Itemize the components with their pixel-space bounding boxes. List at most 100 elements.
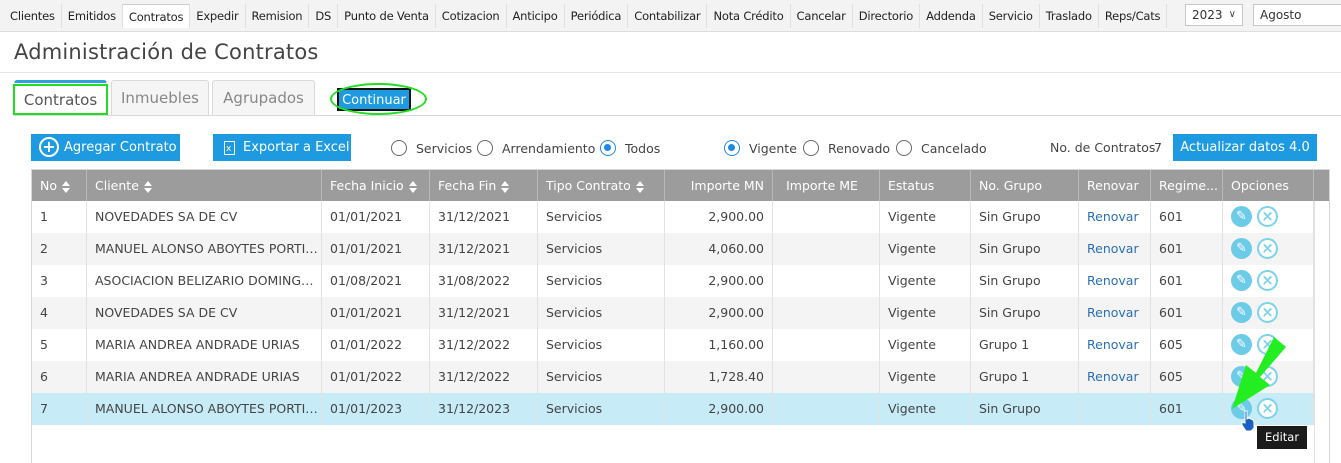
nav-item-nota-cr-dito[interactable]: Nota Crédito bbox=[707, 4, 791, 28]
renew-link[interactable]: Renovar bbox=[1087, 241, 1139, 256]
nav-item-servicio[interactable]: Servicio bbox=[983, 4, 1040, 28]
nav-item-anticipo[interactable]: Anticipo bbox=[507, 4, 565, 28]
nav-item-contratos[interactable]: Contratos bbox=[122, 4, 191, 28]
nav-item-cancelar[interactable]: Cancelar bbox=[791, 4, 853, 28]
column-header-no-grupo[interactable]: No. Grupo bbox=[971, 170, 1079, 201]
renew-link[interactable]: Renovar bbox=[1087, 273, 1139, 288]
nav-item-reps-cats[interactable]: Reps/Cats bbox=[1099, 4, 1168, 28]
radio-circle[interactable] bbox=[896, 140, 912, 156]
nav-item-cotizacion[interactable]: Cotizacion bbox=[436, 4, 507, 28]
nav-item-remision[interactable]: Remision bbox=[246, 4, 310, 28]
sort-icon[interactable] bbox=[408, 180, 417, 193]
cell-opciones: ✎ × bbox=[1223, 265, 1314, 297]
column-header-fecha-inicio[interactable]: Fecha Inicio bbox=[322, 170, 430, 201]
radio-todos[interactable]: Todos bbox=[600, 140, 660, 156]
radio-circle-selected[interactable] bbox=[600, 140, 616, 156]
column-header-estatus[interactable]: Estatus bbox=[880, 170, 971, 201]
cancel-x-icon[interactable]: × bbox=[1257, 270, 1278, 291]
month-select[interactable]: Agosto bbox=[1253, 4, 1341, 26]
sort-icon[interactable] bbox=[62, 180, 70, 193]
column-header-renovar[interactable]: Renovar bbox=[1079, 170, 1151, 201]
nav-item-punto-de-venta[interactable]: Punto de Venta bbox=[338, 4, 436, 28]
radio-arrendamiento[interactable]: Arrendamiento bbox=[477, 140, 595, 156]
cell-cliente: MARIA ANDREA ANDRADE URIAS bbox=[87, 329, 322, 361]
column-header-label: Fecha Fin bbox=[438, 178, 497, 193]
export-excel-button[interactable]: Exportar a Excel bbox=[213, 134, 351, 163]
cancel-x-icon[interactable]: × bbox=[1257, 238, 1278, 259]
nav-menu: Clientes Emitidos Contratos Expedir Remision… bbox=[4, 4, 1168, 28]
cell-no-grupo: Sin Grupo bbox=[971, 265, 1079, 297]
nav-item-directorio[interactable]: Directorio bbox=[853, 4, 921, 28]
column-header-tipo-contrato[interactable]: Tipo Contrato bbox=[538, 170, 665, 201]
cell-renovar: Renovar bbox=[1079, 201, 1151, 233]
cell-tipo-contrato: Servicios bbox=[538, 393, 665, 425]
nav-item-clientes[interactable]: Clientes bbox=[4, 4, 62, 28]
radio-circle[interactable] bbox=[477, 140, 493, 156]
radio-cancelado[interactable]: Cancelado bbox=[896, 140, 987, 156]
cell-opciones: ✎ × bbox=[1223, 233, 1314, 265]
column-header-importe-me[interactable]: Importe ME bbox=[773, 170, 880, 201]
cell-tipo-contrato: Servicios bbox=[538, 361, 665, 393]
table-row[interactable]: 7 MANUEL ALONSO ABOYTES PORTILLO 01/01/202… bbox=[32, 393, 1314, 425]
radio-renovado[interactable]: Renovado bbox=[803, 140, 890, 156]
radio-circle-selected[interactable] bbox=[724, 140, 740, 156]
nav-item-peri-dica[interactable]: Periódica bbox=[565, 4, 629, 28]
renew-link[interactable]: Renovar bbox=[1087, 369, 1139, 384]
chevron-down-icon: ∨ bbox=[1228, 9, 1236, 20]
cell-importe-me bbox=[773, 297, 880, 329]
table-row[interactable]: 6 MARIA ANDREA ANDRADE URIAS 01/01/2022 31/… bbox=[32, 361, 1314, 393]
cell-importe-me bbox=[773, 233, 880, 265]
add-contract-button[interactable]: + Agregar Contrato bbox=[31, 134, 180, 161]
sort-icon[interactable] bbox=[501, 180, 510, 193]
column-header-opciones[interactable]: Opciones bbox=[1223, 170, 1314, 201]
cell-renovar: Renovar bbox=[1079, 297, 1151, 329]
cancel-x-icon[interactable]: × bbox=[1257, 302, 1278, 323]
update-data-button[interactable]: Actualizar datos 4.0 bbox=[1173, 134, 1317, 161]
radio-circle[interactable] bbox=[391, 140, 407, 156]
radio-servicios[interactable]: Servicios bbox=[391, 140, 472, 156]
radio-label: Renovado bbox=[828, 140, 891, 156]
cell-fecha-inicio: 01/01/2022 bbox=[322, 361, 430, 393]
column-header-importe-mn[interactable]: Importe MN bbox=[665, 170, 773, 201]
table-row[interactable]: 4 NOVEDADES SA DE CV 01/01/2021 31/12/2021 S… bbox=[32, 297, 1314, 329]
excel-file-icon bbox=[224, 136, 235, 163]
nav-item-emitidos[interactable]: Emitidos bbox=[62, 4, 123, 28]
table-row[interactable]: 3 ASOCIACION BELIZARIO DOMINGUE... 01/08/2… bbox=[32, 265, 1314, 297]
nav-item-expedir[interactable]: Expedir bbox=[190, 4, 246, 28]
renew-link[interactable]: Renovar bbox=[1087, 305, 1139, 320]
sort-icon[interactable] bbox=[143, 180, 152, 193]
nav-item-contabilizar[interactable]: Contabilizar bbox=[628, 4, 708, 28]
table-row[interactable]: 2 MANUEL ALONSO ABOYTES PORTILLO 01/01/202… bbox=[32, 233, 1314, 265]
tab-inmuebles[interactable]: Inmuebles bbox=[111, 80, 209, 115]
nav-item-traslado[interactable]: Traslado bbox=[1040, 4, 1099, 28]
tab-agrupados[interactable]: Agrupados bbox=[212, 80, 315, 115]
column-header-fecha-fin[interactable]: Fecha Fin bbox=[430, 170, 538, 201]
renew-link[interactable]: Renovar bbox=[1087, 209, 1139, 224]
table-row[interactable]: 1 NOVEDADES SA DE CV 01/01/2021 31/12/2021 S… bbox=[32, 201, 1314, 233]
radio-circle[interactable] bbox=[803, 140, 819, 156]
column-header-regimen[interactable]: Regime... bbox=[1151, 170, 1223, 201]
cell-cliente: ASOCIACION BELIZARIO DOMINGUE... bbox=[87, 265, 322, 297]
cancel-x-icon[interactable]: × bbox=[1257, 206, 1278, 227]
edit-pencil-icon[interactable]: ✎ bbox=[1231, 238, 1252, 259]
table-row[interactable]: 5 MARIA ANDREA ANDRADE URIAS 01/01/2022 31/… bbox=[32, 329, 1314, 361]
column-header-label: Cliente bbox=[95, 178, 139, 193]
edit-pencil-icon[interactable]: ✎ bbox=[1231, 302, 1252, 323]
radio-vigente[interactable]: Vigente bbox=[724, 140, 797, 156]
cell-tipo-contrato: Servicios bbox=[538, 265, 665, 297]
column-header-cliente[interactable]: Cliente bbox=[87, 170, 322, 201]
cell-importe-me bbox=[773, 393, 880, 425]
cell-no: 4 bbox=[32, 297, 87, 329]
tab-highlight-box bbox=[13, 84, 108, 115]
edit-pencil-icon[interactable]: ✎ bbox=[1231, 270, 1252, 291]
edit-pencil-icon[interactable]: ✎ bbox=[1231, 206, 1252, 227]
column-header-no[interactable]: No bbox=[32, 170, 87, 201]
nav-item-ds[interactable]: DS bbox=[309, 4, 339, 28]
sort-icon[interactable] bbox=[635, 180, 644, 193]
nav-item-addenda[interactable]: Addenda bbox=[920, 4, 983, 28]
renew-link[interactable]: Renovar bbox=[1087, 337, 1139, 352]
cell-no: 7 bbox=[32, 393, 87, 425]
cell-estatus: Vigente bbox=[880, 233, 971, 265]
divider bbox=[0, 72, 1341, 73]
year-select[interactable]: 2023 ∨ bbox=[1185, 4, 1243, 26]
